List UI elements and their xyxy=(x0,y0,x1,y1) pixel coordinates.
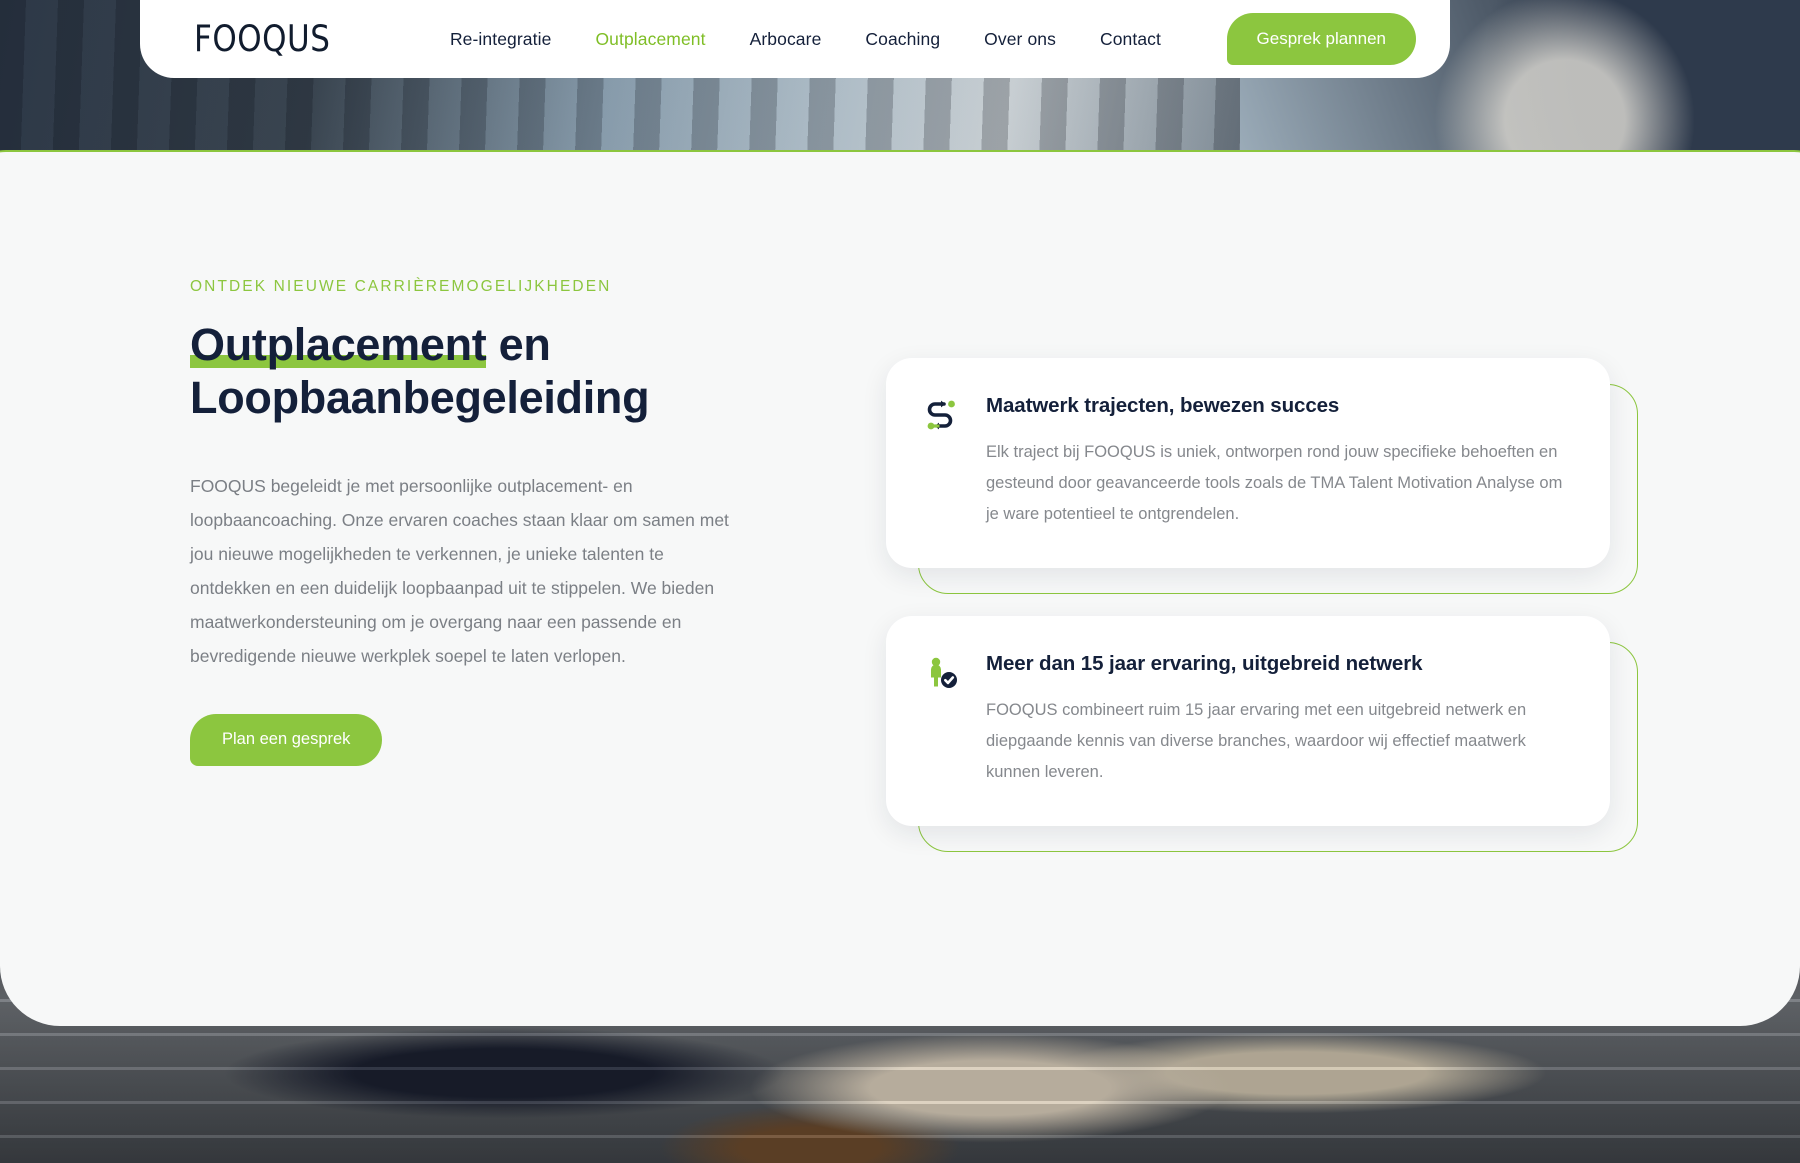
nav-links: Re-integratie Outplacement Arbocare Coac… xyxy=(450,29,1161,50)
feature-card-2-title: Meer dan 15 jaar ervaring, uitgebreid ne… xyxy=(986,652,1423,676)
feature-card-2-wrapper: Meer dan 15 jaar ervaring, uitgebreid ne… xyxy=(886,616,1638,853)
top-navigation-bar: FOOQUS Re-integratie Outplacement Arboca… xyxy=(140,0,1450,78)
nav-link-coaching[interactable]: Coaching xyxy=(865,29,940,50)
feature-card-1-text: Elk traject bij FOOQUS is uniek, ontworp… xyxy=(986,443,1563,524)
person-verified-icon xyxy=(922,650,962,788)
feature-card-maatwerk-trajecten[interactable]: Maatwerk trajecten, bewezen succes Elk t… xyxy=(886,358,1610,569)
hero-eyebrow: ONTDEK NIEUWE CARRIÈREMOGELIJKHEDEN xyxy=(190,278,612,295)
plan-conversation-button[interactable]: Plan een gesprek xyxy=(190,713,383,766)
schedule-conversation-button[interactable]: Gesprek plannen xyxy=(1226,13,1416,65)
nav-link-outplacement[interactable]: Outplacement xyxy=(595,29,705,50)
title-rest: en xyxy=(486,319,551,370)
feature-card-1-wrapper: Maatwerk trajecten, bewezen succes Elk t… xyxy=(886,358,1638,595)
nav-link-arbocare[interactable]: Arbocare xyxy=(750,29,822,50)
main-content: ONTDEK NIEUWE CARRIÈREMOGELIJKHEDEN Outp… xyxy=(0,186,1800,1026)
hero-paragraph: FOOQUS begeleidt je met persoonlijke out… xyxy=(190,476,729,666)
site-logo[interactable]: FOOQUS xyxy=(158,18,330,60)
page-title: Outplacement en Loopbaanbegeleiding xyxy=(190,318,810,424)
nav-link-re-integratie[interactable]: Re-integratie xyxy=(450,29,552,50)
route-arrows-icon xyxy=(922,392,962,530)
nav-link-contact[interactable]: Contact xyxy=(1100,29,1161,50)
hero-text-column: ONTDEK NIEUWE CARRIÈREMOGELIJKHEDEN Outp… xyxy=(190,278,810,1026)
title-line-two: Loopbaanbegeleiding xyxy=(190,372,650,424)
feature-card-ervaring-netwerk[interactable]: Meer dan 15 jaar ervaring, uitgebreid ne… xyxy=(886,616,1610,827)
feature-card-2-text: FOOQUS combineert ruim 15 jaar ervaring … xyxy=(986,701,1527,782)
feature-card-1-title: Maatwerk trajecten, bewezen succes xyxy=(986,394,1340,417)
nav-link-over-ons[interactable]: Over ons xyxy=(984,29,1056,50)
title-highlighted-word: Outplacement xyxy=(190,319,487,370)
feature-cards-column: Maatwerk trajecten, bewezen succes Elk t… xyxy=(886,278,1638,1026)
